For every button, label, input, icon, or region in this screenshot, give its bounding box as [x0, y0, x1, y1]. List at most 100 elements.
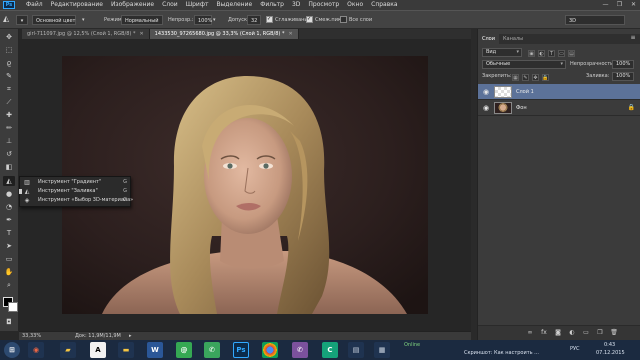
camtasia-icon[interactable]: C	[322, 342, 338, 358]
layer-name[interactable]: Фон	[516, 100, 527, 116]
visibility-eye-icon[interactable]: ◉	[482, 104, 490, 112]
explorer-icon[interactable]: ▰	[60, 342, 76, 358]
opacity-input[interactable]: 100%	[194, 15, 212, 25]
menu-file[interactable]: Файл	[22, 1, 47, 9]
menu-help[interactable]: Справка	[367, 1, 401, 9]
eraser-tool-icon[interactable]: ◧	[3, 162, 15, 172]
new-group-icon[interactable]: ▭	[582, 329, 590, 337]
lock-all-icon[interactable]: 🔒	[542, 74, 549, 81]
phone-icon[interactable]: ✆	[204, 342, 220, 358]
add-mask-icon[interactable]: ◙	[554, 329, 562, 337]
paint-bucket-icon[interactable]: ◭	[3, 14, 9, 24]
viber-icon[interactable]: ✆	[292, 342, 308, 358]
minimize-icon[interactable]: —	[601, 1, 610, 8]
blur-tool-icon[interactable]: ●	[3, 189, 15, 199]
lock-position-icon[interactable]: ✥	[532, 74, 539, 81]
tolerance-input[interactable]: 32	[247, 15, 261, 25]
quick-mask-icon[interactable]: ◘	[3, 317, 15, 327]
all-layers-checkbox[interactable]: Все слои	[340, 15, 372, 25]
tray-clock-time[interactable]: 0:43	[604, 342, 615, 349]
status-menu-icon[interactable]: ▸	[129, 332, 132, 340]
layer-fill-input[interactable]: 100%	[612, 72, 634, 81]
close-tab-icon[interactable]: ✕	[288, 31, 292, 37]
history-brush-tool-icon[interactable]: ↺	[3, 149, 15, 159]
zoom-tool-icon[interactable]: ⌕	[3, 280, 15, 290]
maximize-icon[interactable]: ❐	[615, 1, 624, 8]
background-color[interactable]	[8, 302, 18, 312]
tray-status-online[interactable]: Online	[404, 342, 420, 349]
layer-row-background[interactable]: ◉ Фон 🔒	[478, 100, 640, 116]
tray-notification-text[interactable]: Скриншот: Как настроить ...	[464, 350, 539, 357]
tray-clock-date[interactable]: 07.12.2015	[596, 350, 625, 357]
app-a-icon[interactable]: A	[90, 342, 106, 358]
pixel-filter-icon[interactable]: ▣	[528, 50, 535, 57]
flyout-item-3d-material[interactable]: ◈ Инструмент «Выбор 3D-материала» G	[20, 196, 134, 205]
type-filter-icon[interactable]: T	[548, 50, 555, 57]
tray-language[interactable]: РУС	[570, 346, 580, 353]
tool-preset-picker[interactable]: ▾	[16, 15, 28, 25]
layer-style-icon[interactable]: fx	[540, 329, 548, 337]
visibility-eye-icon[interactable]: ◉	[482, 88, 490, 96]
flyout-item-paint-bucket[interactable]: ◭ Инструмент "Заливка" G	[19, 187, 130, 196]
layer-row-layer1[interactable]: ◉ Слой 1	[478, 84, 640, 100]
menu-window[interactable]: Окно	[343, 1, 367, 9]
paint-bucket-tool-icon[interactable]: ◭	[3, 176, 15, 186]
shape-tool-icon[interactable]: ▭	[3, 254, 15, 264]
menu-view[interactable]: Просмотр	[304, 1, 343, 9]
opacity-dropdown-icon[interactable]: ▾	[213, 15, 216, 25]
hand-tool-icon[interactable]: ✋	[3, 267, 15, 277]
photoshop-taskbar-icon[interactable]: Ps	[233, 342, 249, 358]
menu-layers[interactable]: Слои	[158, 1, 182, 9]
menu-type[interactable]: Шрифт	[182, 1, 213, 9]
fill-source-select[interactable]: Основной цвет	[32, 15, 76, 25]
start-button-icon[interactable]: ⊞	[4, 342, 20, 358]
mode-select[interactable]: Нормальный	[121, 15, 163, 25]
word-icon[interactable]: W	[147, 342, 163, 358]
link-layers-icon[interactable]: ∞	[526, 329, 534, 337]
move-tool-icon[interactable]: ✥	[3, 32, 15, 42]
brush-tool-icon[interactable]: ✏	[3, 123, 15, 133]
close-icon[interactable]: ✕	[629, 1, 638, 8]
panel-menu-icon[interactable]: ≡	[629, 35, 637, 42]
adjustment-layer-icon[interactable]: ◐	[568, 329, 576, 337]
layer-filter-select[interactable]: Вид ▾	[482, 48, 522, 57]
flyout-item-gradient[interactable]: ▥ Инструмент "Градиент" G	[20, 178, 130, 187]
menu-select[interactable]: Выделение	[212, 1, 256, 9]
healing-brush-tool-icon[interactable]: ✚	[3, 110, 15, 120]
menu-image[interactable]: Изображение	[107, 1, 158, 9]
adjustment-filter-icon[interactable]: ◐	[538, 50, 545, 57]
delete-layer-icon[interactable]: 🗑	[610, 329, 618, 337]
lock-transparent-icon[interactable]: ▦	[512, 74, 519, 81]
lasso-tool-icon[interactable]: ϱ	[3, 58, 15, 68]
quick-select-tool-icon[interactable]: ✎	[3, 71, 15, 81]
smart-filter-icon[interactable]: ▤	[568, 50, 575, 57]
tab-layers[interactable]: Слои	[478, 34, 499, 44]
menu-filter[interactable]: Фильтр	[256, 1, 288, 9]
crop-tool-icon[interactable]: ⌗	[3, 84, 15, 94]
lock-image-icon[interactable]: ✎	[522, 74, 529, 81]
clone-stamp-tool-icon[interactable]: ⊥	[3, 136, 15, 146]
close-tab-icon[interactable]: ✕	[139, 31, 143, 37]
at-mail-icon[interactable]: @	[176, 342, 192, 358]
marquee-tool-icon[interactable]: ⬚	[3, 45, 15, 55]
chrome-icon[interactable]	[262, 342, 278, 358]
app-icon[interactable]: ▦	[374, 342, 390, 358]
folder-icon[interactable]: ▬	[118, 342, 134, 358]
new-layer-icon[interactable]: ❐	[596, 329, 604, 337]
tab-document-1[interactable]: girl-711097.jpg @ 12,5% (Слой 1, RGB/8) …	[22, 29, 150, 39]
pen-tool-icon[interactable]: ✒	[3, 215, 15, 225]
path-select-tool-icon[interactable]: ➤	[3, 241, 15, 251]
dodge-tool-icon[interactable]: ◔	[3, 202, 15, 212]
pattern-swatch[interactable]: ▾	[82, 15, 85, 25]
color-swatches[interactable]	[3, 297, 18, 312]
layer-opacity-input[interactable]: 100%	[612, 60, 634, 69]
eyedropper-tool-icon[interactable]: ⟋	[3, 97, 15, 107]
menu-3d[interactable]: 3D	[288, 1, 304, 9]
layer-name[interactable]: Слой 1	[516, 84, 534, 100]
type-tool-icon[interactable]: T	[3, 228, 15, 238]
blend-mode-select[interactable]: Обычные ▾	[482, 60, 566, 69]
tab-document-2[interactable]: 1433530_97265680.jpg @ 33,3% (Слой 1, RG…	[149, 29, 299, 39]
workspace-select[interactable]: 3D	[565, 15, 625, 25]
antialias-checkbox[interactable]: Сглаживание	[266, 14, 311, 25]
opera-icon[interactable]: ◉	[28, 342, 44, 358]
